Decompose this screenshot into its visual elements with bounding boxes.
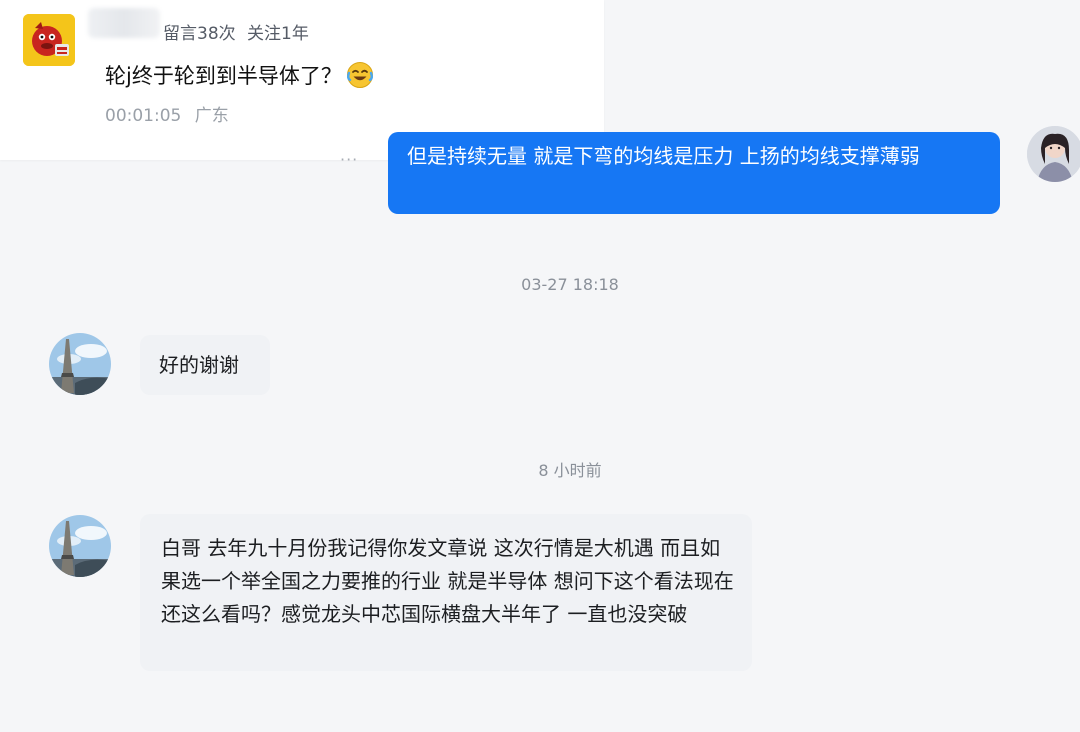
outgoing-message-bubble[interactable]: 但是持续无量 就是下弯的均线是压力 上扬的均线支撑薄弱 xyxy=(388,132,1000,214)
crying-laughing-emoji-icon xyxy=(346,61,374,89)
comment-body: 轮j终于轮到到半导体了？ xyxy=(105,64,342,88)
landscape-photo-icon xyxy=(49,333,111,395)
chat-timestamp: 8 小时前 xyxy=(538,461,602,480)
incoming-message-bubble[interactable]: 白哥 去年九十月份我记得你发文章说 这次行情是大机遇 而且如果选一个举全国之力要… xyxy=(140,514,752,671)
comment-location: 广东 xyxy=(194,106,229,126)
user-photo-icon xyxy=(1027,126,1080,182)
commenter-meta: 留言38次 关注1年 xyxy=(163,19,309,44)
cartoon-avatar-icon xyxy=(23,14,75,66)
landscape-photo-icon xyxy=(49,515,111,577)
comment-text: 轮j终于轮到到半导体了？ xyxy=(105,60,374,90)
follow-duration: 关注1年 xyxy=(247,24,309,44)
comment-time: 00:01:05 xyxy=(105,106,182,126)
comment-footer: 00:01:05 广东 xyxy=(105,101,229,126)
incoming-message-bubble[interactable]: 好的谢谢 xyxy=(140,335,270,395)
incoming-message-text: 好的谢谢 xyxy=(159,353,239,377)
commenter-avatar[interactable] xyxy=(23,14,75,66)
sender-avatar[interactable] xyxy=(49,333,111,395)
commenter-name-blurred xyxy=(88,8,160,38)
incoming-message-text: 白哥 去年九十月份我记得你发文章说 这次行情是大机遇 而且如果选一个举全国之力要… xyxy=(161,536,734,626)
chat-timestamp: 03-27 18:18 xyxy=(521,275,619,294)
outgoing-message-text: 但是持续无量 就是下弯的均线是压力 上扬的均线支撑薄弱 xyxy=(407,144,920,168)
comment-count: 留言38次 xyxy=(163,24,236,44)
self-avatar[interactable] xyxy=(1027,126,1080,182)
sender-avatar[interactable] xyxy=(49,515,111,577)
more-options-icon[interactable]: ··· xyxy=(340,150,358,169)
